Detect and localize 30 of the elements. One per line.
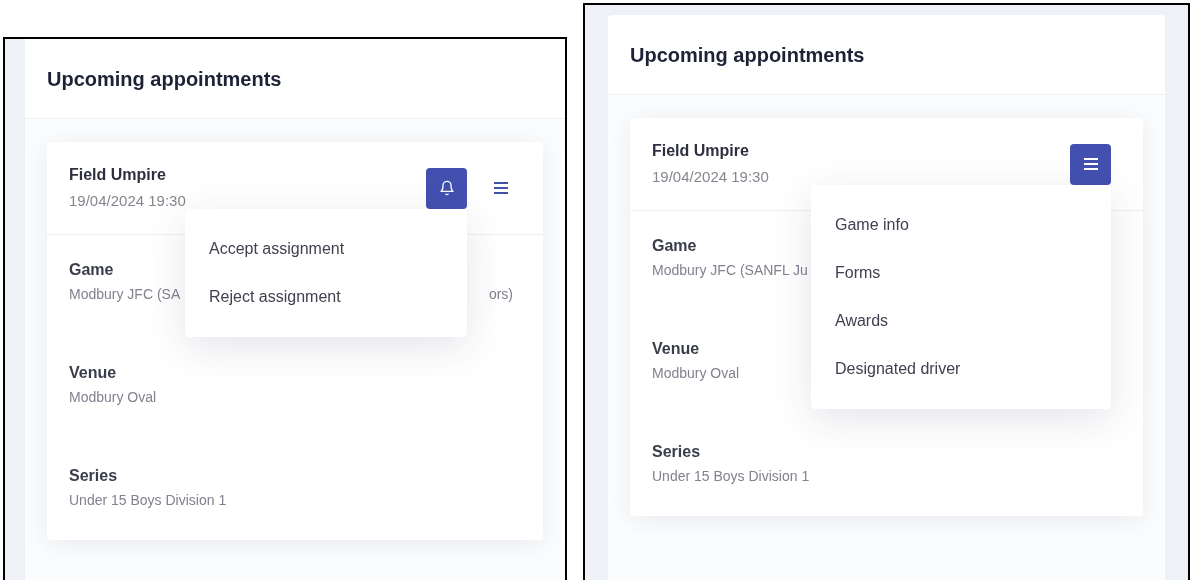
field-value: Modbury Oval: [652, 364, 740, 383]
menu-item[interactable]: Forms: [811, 248, 1111, 297]
field-label: Venue: [652, 339, 701, 359]
bell-icon: [438, 180, 455, 196]
menu-item[interactable]: Accept assignment: [185, 224, 467, 273]
panel-title: Upcoming appointments: [47, 66, 282, 92]
role-title: Field Umpire: [652, 141, 750, 161]
field-label: Venue: [69, 363, 118, 383]
menu-button[interactable]: [1070, 143, 1111, 185]
notifications-button[interactable]: [426, 167, 467, 209]
field-value: Under 15 Boys Division 1: [652, 467, 810, 486]
role-title: Field Umpire: [69, 165, 167, 185]
field-label: Game: [652, 236, 698, 256]
menu-item[interactable]: Game info: [811, 200, 1111, 249]
field-value: Modbury JFC (SANFL Ju: [652, 261, 808, 280]
appointment-datetime: 19/04/2024 19:30: [652, 167, 769, 187]
field-value: Modbury JFC (SA: [69, 285, 181, 304]
field-value: Modbury Oval: [69, 388, 157, 407]
menu-item[interactable]: Awards: [811, 296, 1111, 345]
field-label: Series: [652, 442, 702, 462]
panel-title: Upcoming appointments: [630, 42, 865, 68]
field-label: Game: [69, 260, 115, 280]
menu-icon: [1082, 157, 1099, 171]
menu-item[interactable]: Reject assignment: [185, 272, 467, 321]
field-value: ors): [488, 285, 513, 304]
appointment-datetime: 19/04/2024 19:30: [69, 191, 186, 211]
field-value: Under 15 Boys Division 1: [69, 491, 227, 510]
menu-icon: [493, 181, 509, 195]
field-label: Series: [69, 466, 119, 486]
menu-item[interactable]: Designated driver: [811, 344, 1111, 393]
